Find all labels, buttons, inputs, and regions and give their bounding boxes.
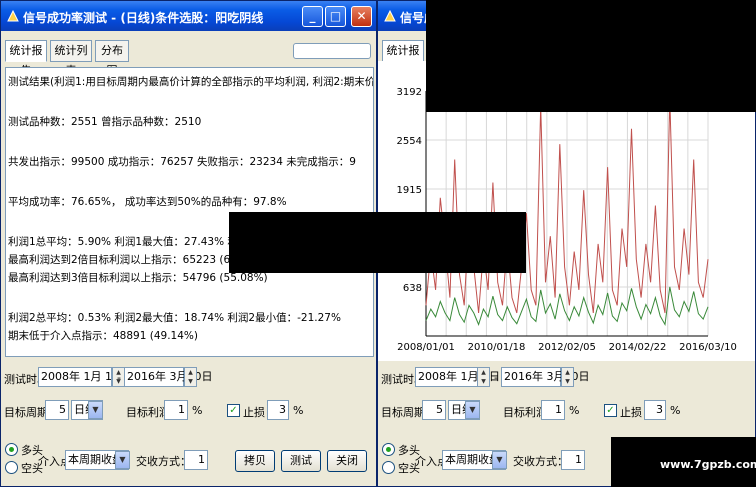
redaction-block	[426, 0, 756, 112]
x-tick-label: 2008/01/01	[397, 342, 455, 353]
tab-report[interactable]: 统计报告	[5, 40, 47, 77]
app-icon	[384, 9, 396, 22]
y-tick-label: 1915	[397, 185, 422, 196]
tab-list[interactable]: 统计列表	[50, 40, 92, 77]
tab-report[interactable]: 统计报告	[382, 40, 424, 77]
target-period-input[interactable]: 5	[422, 400, 446, 420]
long-radio[interactable]	[382, 443, 395, 456]
start-date-field[interactable]: 2008年 1月 1日	[38, 367, 123, 387]
watermark-text: www.7gpzb.com	[660, 458, 756, 471]
test-button[interactable]: 测试	[281, 450, 321, 472]
report-line: 期末低于介入点指示：48891 (49.14%)	[8, 330, 198, 342]
stop-loss-label: 止损	[620, 406, 642, 419]
percent-label: %	[670, 404, 681, 417]
chevron-down-icon[interactable]: ▼	[492, 451, 507, 469]
chevron-down-icon[interactable]: ▼	[115, 451, 130, 469]
target-period-label: 目标周期	[381, 406, 425, 419]
trade-input[interactable]: 1	[184, 450, 208, 470]
percent-label: %	[569, 404, 580, 417]
copy-button[interactable]: 拷贝	[235, 450, 275, 472]
report-line: 共发出指示：99500 成功指示：76257 失败指示：23234 未完成指示：…	[8, 156, 356, 168]
chevron-down-icon[interactable]: ▼	[465, 401, 480, 419]
start-date-spinner[interactable]: ▲ ▼	[477, 367, 490, 387]
percent-label: %	[293, 404, 304, 417]
percent-label: %	[192, 404, 203, 417]
long-radio[interactable]	[5, 443, 18, 456]
minimize-icon[interactable]: _	[302, 6, 323, 27]
stop-loss-checkbox[interactable]: ✓	[604, 404, 617, 417]
y-tick-label: 2554	[397, 136, 422, 147]
title-bar[interactable]: 信号成功率测试 - (日线)条件选股：阳吃阴线 _ □ ✕	[1, 1, 376, 31]
report-line: 测试结果(利润1:用目标周期内最高价计算的全部指示的平均利润, 利润2:期末价平…	[8, 76, 373, 88]
x-tick-label: 2014/02/22	[609, 342, 667, 353]
redaction-block	[229, 212, 526, 273]
stop-loss-checkbox[interactable]: ✓	[227, 404, 240, 417]
y-tick-label: 3192	[397, 87, 422, 98]
stop-loss-label: 止损	[243, 406, 265, 419]
close-icon[interactable]: ✕	[351, 6, 372, 27]
end-date-field[interactable]: 2016年 3月10日	[124, 367, 213, 387]
close-button[interactable]: 关闭	[327, 450, 367, 472]
end-date-spinner[interactable]: ▲ ▼	[184, 367, 197, 387]
trade-input[interactable]: 1	[561, 450, 585, 470]
x-tick-label: 2016/03/10	[679, 342, 737, 353]
target-profit-input[interactable]: 1	[164, 400, 188, 420]
window-title: 信号成功率测试 - (日线)条件选股：阳吃阴线	[23, 11, 264, 25]
target-profit-input[interactable]: 1	[541, 400, 565, 420]
report-line: 利润2总平均：0.53% 利润2最大值：18.74% 利润2最小值：-21.27…	[8, 312, 341, 324]
end-date-spinner[interactable]: ▲ ▼	[561, 367, 574, 387]
x-tick-label: 2010/01/18	[468, 342, 526, 353]
target-period-input[interactable]: 5	[45, 400, 69, 420]
app-icon	[7, 9, 19, 22]
tab-distribution[interactable]: 分布图	[95, 40, 129, 77]
report-line: 平均成功率：76.65%， 成功率达到50%的品种有：97.8%	[8, 196, 287, 208]
chevron-down-icon[interactable]: ▼	[88, 401, 103, 419]
date-separator: -	[117, 371, 121, 384]
maximize-icon[interactable]: □	[325, 6, 346, 27]
x-tick-label: 2012/02/05	[538, 342, 596, 353]
report-line: 测试品种数：2551 曾指示品种数：2510	[8, 116, 202, 128]
y-tick-label: 638	[403, 283, 422, 294]
progress-bar	[293, 43, 371, 59]
end-date-field[interactable]: 2016年 3月10日	[501, 367, 590, 387]
stop-loss-input[interactable]: 3	[267, 400, 289, 420]
date-separator: -	[494, 371, 498, 384]
short-radio[interactable]	[382, 461, 395, 474]
stop-loss-input[interactable]: 3	[644, 400, 666, 420]
short-radio[interactable]	[5, 461, 18, 474]
target-period-label: 目标周期	[4, 406, 48, 419]
